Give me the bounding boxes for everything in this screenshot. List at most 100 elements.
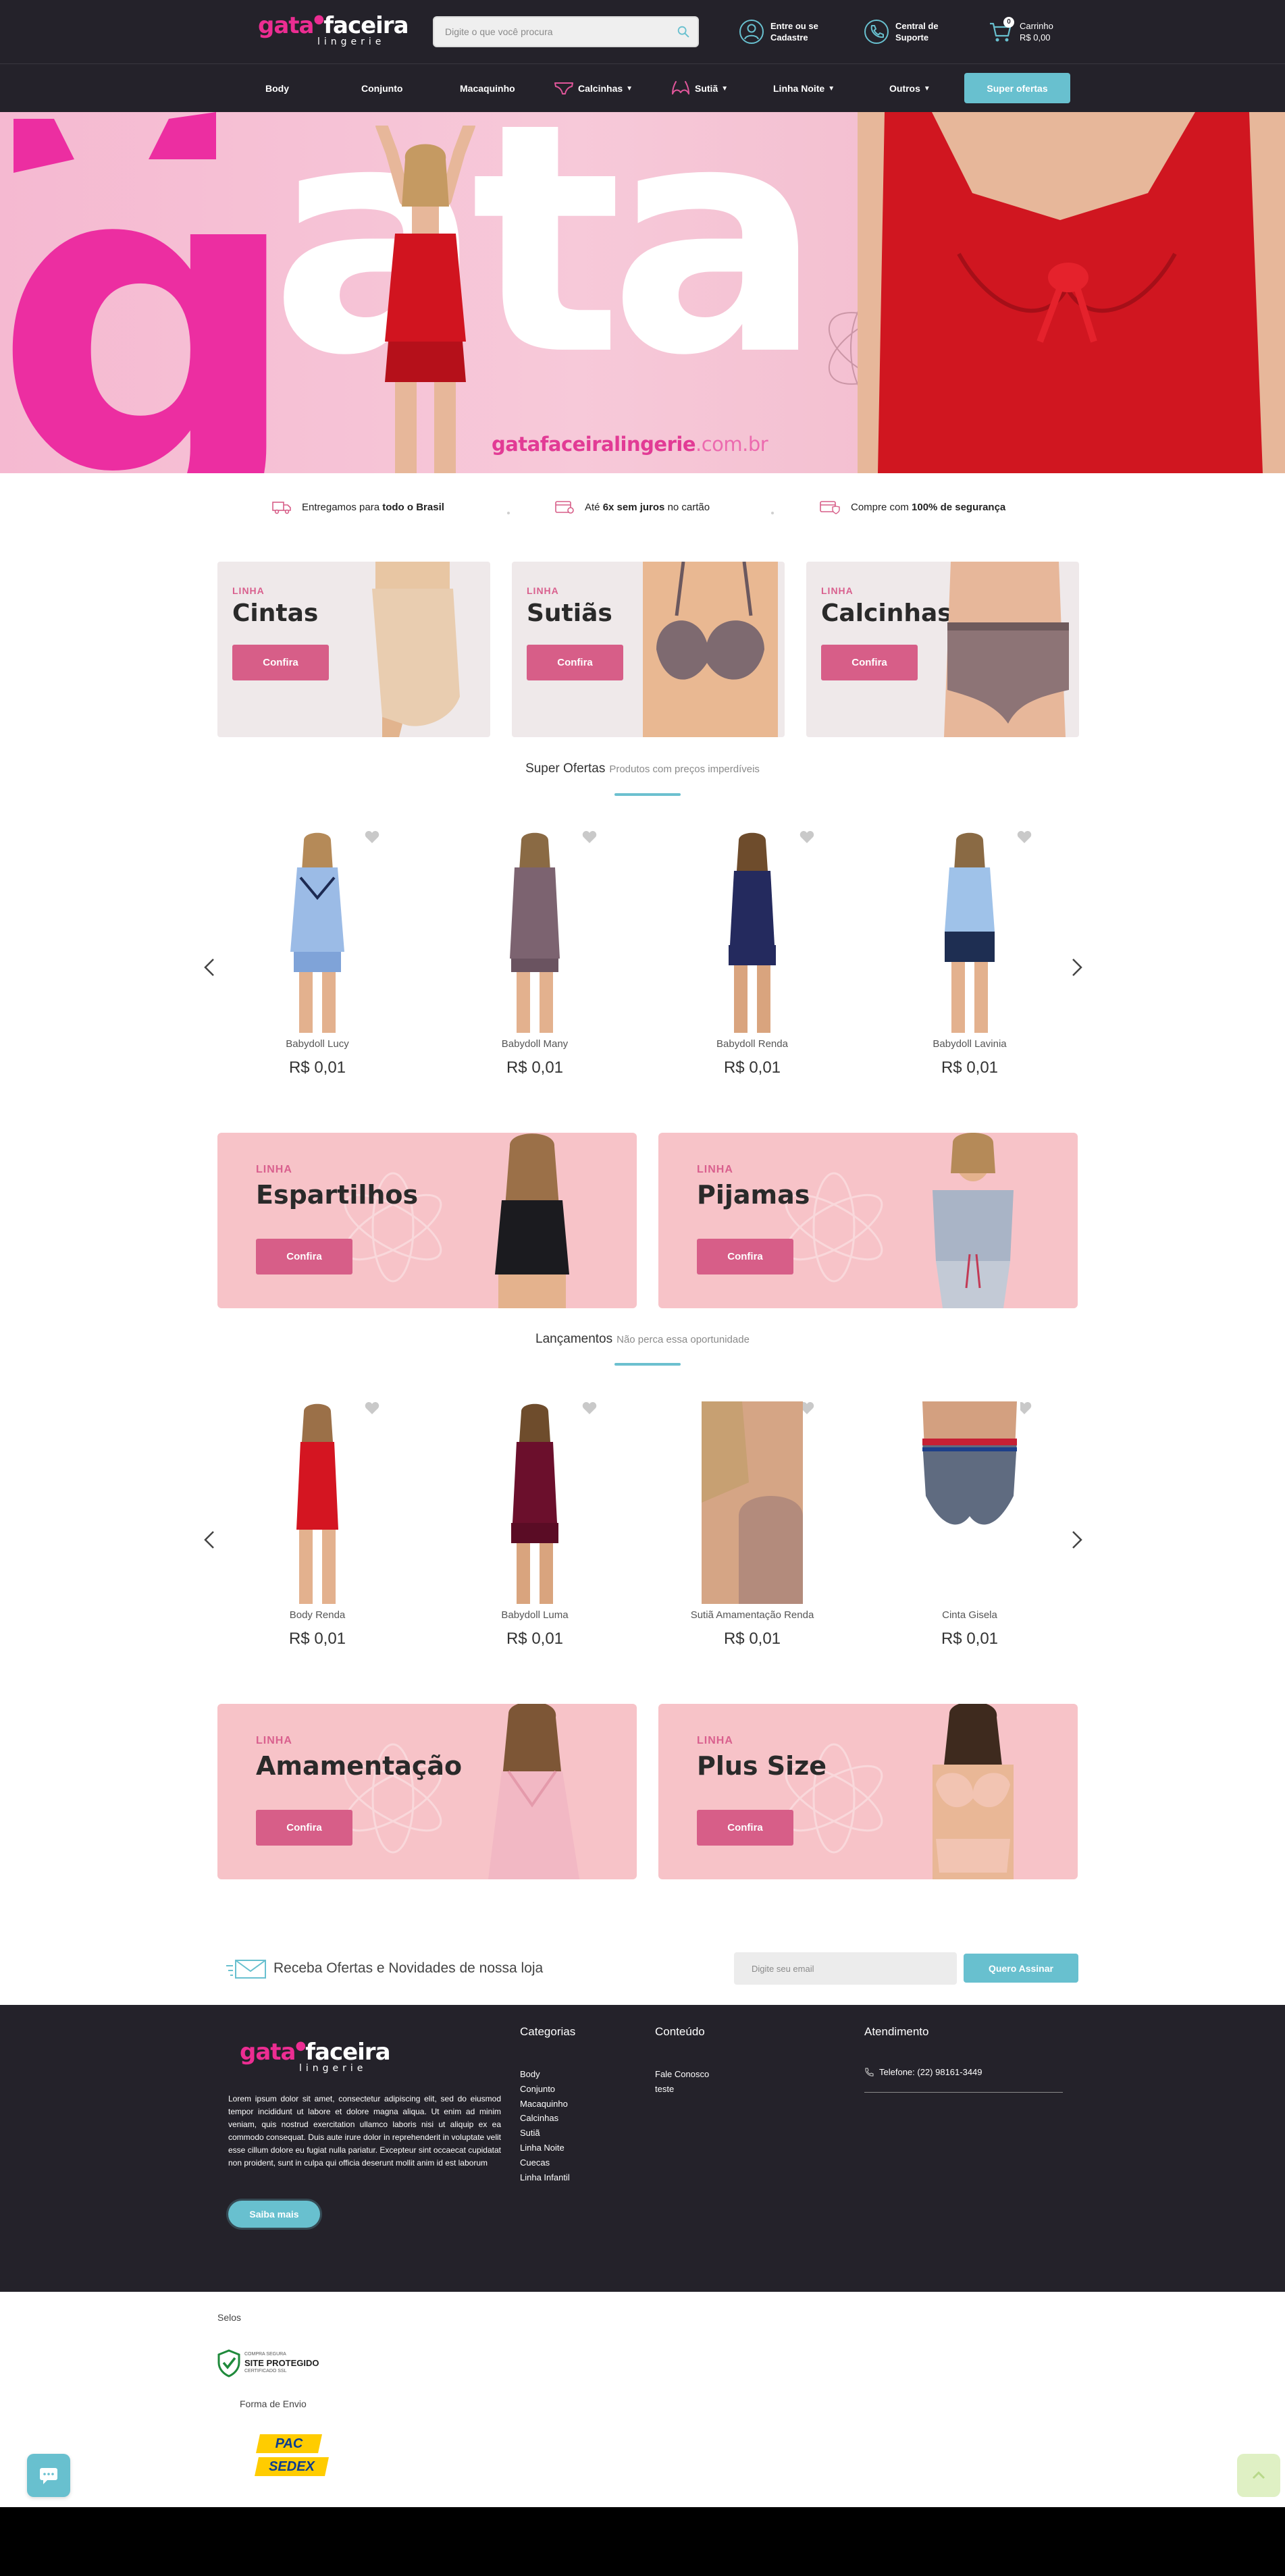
nav-item-outros[interactable]: Outros ▼ xyxy=(889,64,930,113)
category-card-calcinhas[interactable]: LINHA Calcinhas Confira xyxy=(806,562,1079,737)
banner-espartilhos[interactable]: LINHA Espartilhos Confira xyxy=(217,1133,637,1308)
banner-model-image xyxy=(933,1133,1014,1308)
sedex-logo: SEDEX xyxy=(255,2457,329,2476)
nav-item-conjunto[interactable]: Conjunto xyxy=(361,64,402,113)
product-image[interactable] xyxy=(484,830,585,1033)
banner-amamentacao[interactable]: LINHA Amamentação Confira xyxy=(217,1704,637,1879)
nav-item-macaquinho[interactable]: Macaquinho xyxy=(460,64,515,113)
product-image[interactable] xyxy=(919,1401,1020,1604)
main-navigation: Body Conjunto Macaquinho Calcinhas ▼ Suti… xyxy=(0,63,1285,112)
footer-link[interactable]: Fale Conosco xyxy=(655,2067,709,2082)
product-price: R$ 0,01 xyxy=(723,1630,781,1648)
banner-plus-size[interactable]: LINHA Plus Size Confira xyxy=(658,1704,1078,1879)
back-to-top-button[interactable] xyxy=(1237,2454,1280,2497)
product-card[interactable]: Baby​doll Luma R$ 0,01 xyxy=(434,1401,636,1671)
footer-link[interactable]: Conjunto xyxy=(520,2082,570,2097)
banner-cta-button[interactable]: Confira xyxy=(697,1810,793,1846)
product-card[interactable]: Body Renda R$ 0,01 xyxy=(216,1401,419,1671)
product-image[interactable] xyxy=(919,830,1020,1033)
chat-button[interactable] xyxy=(27,2454,70,2497)
footer-divider xyxy=(864,2092,1063,2093)
product-card[interactable]: Sutiã Amamentação Renda R$ 0,01 xyxy=(651,1401,854,1671)
product-name[interactable]: Babydoll Many xyxy=(434,1038,636,1050)
product-card[interactable]: Cinta Gisela R$ 0,01 xyxy=(868,1401,1071,1671)
banner-title: Pijamas xyxy=(697,1180,810,1210)
secure-site-seal[interactable]: COMPRA SEGURA SITE PROTEGIDO CERTIFICADO… xyxy=(217,2348,319,2379)
site-logo[interactable]: gata●faceira lingerie xyxy=(258,12,409,51)
product-name[interactable]: Babydoll Renda xyxy=(651,1038,854,1050)
newsletter-subscribe-button[interactable]: Quero Assinar xyxy=(964,1954,1078,1983)
product-card[interactable]: Babydoll Many R$ 0,01 xyxy=(434,830,636,1100)
seal-text: SITE PROTEGIDO xyxy=(244,2358,319,2368)
carousel-prev-arrow[interactable] xyxy=(201,954,217,981)
category-cta-button[interactable]: Confira xyxy=(232,645,329,680)
product-image[interactable] xyxy=(267,830,368,1033)
nav-item-calcinhas[interactable]: Calcinhas ▼ xyxy=(554,64,633,113)
cart-label: Carrinho xyxy=(1020,21,1053,31)
footer-link[interactable]: Linha Noite xyxy=(520,2141,570,2155)
footer-link[interactable]: Linha Infantil xyxy=(520,2170,570,2185)
super-offers-button[interactable]: Super ofertas xyxy=(964,73,1070,103)
search-icon[interactable] xyxy=(676,24,691,39)
footer-link[interactable]: Cuecas xyxy=(520,2155,570,2170)
footer-link[interactable]: Sutiã xyxy=(520,2126,570,2141)
product-image[interactable] xyxy=(484,1401,585,1604)
newsletter-email-input[interactable] xyxy=(734,1952,957,1985)
shipping-methods: PAC SEDEX xyxy=(255,2434,331,2483)
category-card-sutias[interactable]: LINHA Sutiãs Confira xyxy=(512,562,785,737)
nav-item-sutia[interactable]: Sutiã ▼ xyxy=(671,64,728,113)
super-offers-heading: Super Ofertas Produtos com preços imperdí… xyxy=(525,761,760,776)
banner-title: Espartilhos xyxy=(256,1180,419,1210)
account-link[interactable]: Entre ou se Cadastre xyxy=(738,16,818,47)
phone-icon xyxy=(864,20,889,44)
pac-logo: PAC xyxy=(256,2434,322,2453)
banner-cta-button[interactable]: Confira xyxy=(697,1239,793,1274)
banner-title: Plus Size xyxy=(697,1751,827,1781)
product-name[interactable]: Sutiã Amamentação Renda xyxy=(651,1609,854,1621)
support-link[interactable]: Central de Suporte xyxy=(863,16,939,47)
category-card-cintas[interactable]: LINHA Cintas Confira xyxy=(217,562,490,737)
product-name[interactable]: Babydoll Lucy xyxy=(216,1038,419,1050)
panties-product-image xyxy=(944,562,1069,737)
banner-cta-button[interactable]: Confira xyxy=(256,1810,352,1846)
category-name: Sutiãs xyxy=(527,599,612,627)
shipping-title: Forma de Envio xyxy=(240,2398,307,2409)
product-name[interactable]: Baby​doll Luma xyxy=(434,1609,636,1621)
footer-logo[interactable]: gata●faceira lingerie xyxy=(240,2039,395,2086)
nav-item-linha-noite[interactable]: Linha Noite ▼ xyxy=(773,64,835,113)
footer: gata●faceira lingerie Lorem ipsum dolor … xyxy=(0,2005,1285,2292)
footer-more-button[interactable]: Saiba mais xyxy=(228,2201,320,2228)
nav-item-body[interactable]: Body xyxy=(265,64,289,113)
hero-banner[interactable]: g ata gatafaceiralingerie.com.br xyxy=(0,112,1285,473)
footer-content-list: Fale Conosco teste xyxy=(655,2067,709,2097)
bottom-bar xyxy=(0,2507,1285,2576)
product-name[interactable]: Body Renda xyxy=(216,1609,419,1621)
banner-title: Amamentação xyxy=(256,1751,463,1781)
footer-link[interactable]: Body xyxy=(520,2067,570,2082)
search-input[interactable] xyxy=(445,18,661,46)
banner-cta-button[interactable]: Confira xyxy=(256,1239,352,1274)
category-cta-button[interactable]: Confira xyxy=(527,645,623,680)
product-name[interactable]: Cinta Gisela xyxy=(868,1609,1071,1621)
category-cta-button[interactable]: Confira xyxy=(821,645,918,680)
cart-link[interactable]: 0 Carrinho R$ 0,00 xyxy=(987,16,1053,47)
product-image[interactable] xyxy=(267,1401,368,1604)
hero-letter-g: g xyxy=(0,112,303,473)
product-card[interactable]: Babydoll Renda R$ 0,01 xyxy=(651,830,854,1100)
product-image[interactable] xyxy=(702,830,803,1033)
product-card[interactable]: Babydoll Lucy R$ 0,01 xyxy=(216,830,419,1100)
footer-link[interactable]: Calcinhas xyxy=(520,2111,570,2126)
product-card[interactable]: Babydoll Lavinia R$ 0,01 xyxy=(868,830,1071,1100)
carousel-next-arrow[interactable] xyxy=(1069,1526,1085,1553)
banner-pijamas[interactable]: LINHA Pijamas Confira xyxy=(658,1133,1078,1308)
footer-phone[interactable]: Telefone: (22) 98161-3449 xyxy=(864,2067,982,2077)
product-name[interactable]: Babydoll Lavinia xyxy=(868,1038,1071,1050)
footer-link[interactable]: teste xyxy=(655,2082,709,2097)
product-image[interactable] xyxy=(702,1401,803,1604)
benefits-bar: Entregamos para todo o Brasil Até 6x sem… xyxy=(0,493,1285,533)
carousel-next-arrow[interactable] xyxy=(1069,954,1085,981)
footer-link[interactable]: Macaquinho xyxy=(520,2097,570,2112)
category-prefix: LINHA xyxy=(527,585,559,596)
carousel-prev-arrow[interactable] xyxy=(201,1526,217,1553)
search-box[interactable] xyxy=(433,16,699,47)
